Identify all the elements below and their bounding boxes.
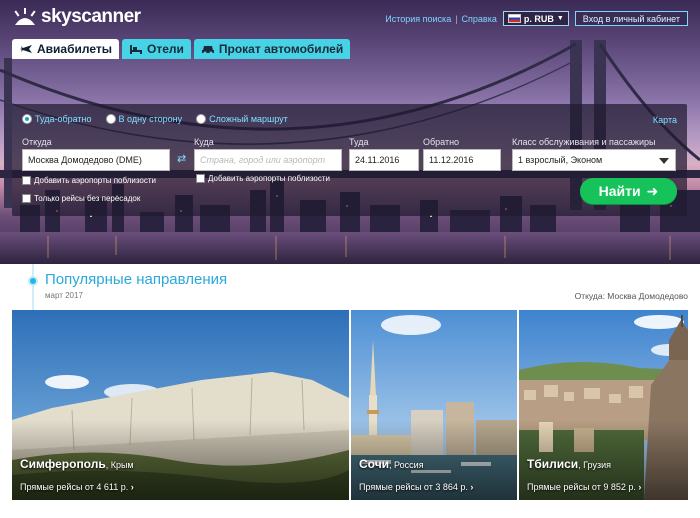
country-name: , Грузия <box>578 460 611 470</box>
price-text: Прямые рейсы от 3 864 р. <box>359 482 468 492</box>
class-passengers-select[interactable]: 1 взрослый, Эконом <box>512 149 676 171</box>
trip-type-oneway[interactable]: В одну сторону <box>105 114 183 124</box>
tab-hotels-label: Отели <box>147 42 184 56</box>
sunrise-logo-icon <box>14 8 36 25</box>
card-city: Сочи, Россия <box>359 457 424 471</box>
chevron-right-icon: › <box>638 482 642 492</box>
hero-banner: skyscanner История поиска | Справка р. R… <box>0 0 700 264</box>
tab-car-rental[interactable]: Прокат автомобилей <box>193 39 351 59</box>
bed-icon <box>130 45 142 54</box>
return-date-input[interactable]: 11.12.2016 <box>423 149 501 171</box>
to-input[interactable]: Страна, город или аэропорт <box>194 149 342 171</box>
destination-card-tbilisi[interactable]: Тбилиси, Грузия Прямые рейсы от 9 852 р.… <box>519 310 688 500</box>
top-links: История поиска | Справка р. RUB ▼ Вход в… <box>385 11 688 26</box>
trip-type-roundtrip-label: Туда-обратно <box>35 114 92 124</box>
city-name: Сочи <box>359 457 390 471</box>
link-separator: | <box>455 13 458 24</box>
country-name: , Россия <box>389 460 424 470</box>
chevron-right-icon: › <box>470 482 474 492</box>
trip-type-roundtrip[interactable]: Туда-обратно <box>22 114 92 124</box>
skyscanner-logo[interactable]: skyscanner <box>12 6 141 28</box>
tab-car-rental-label: Прокат автомобилей <box>218 42 344 56</box>
country-name: , Крым <box>105 460 134 470</box>
return-label: Обратно <box>423 137 460 147</box>
direct-only-checkbox[interactable]: Только рейсы без пересадок <box>22 194 140 203</box>
radio-selected-icon <box>22 114 32 124</box>
logo-text: skyscanner <box>41 6 141 27</box>
to-label: Куда <box>194 137 214 147</box>
history-link[interactable]: История поиска <box>385 14 451 24</box>
page-bottom <box>0 500 700 518</box>
trip-type-oneway-label: В одну сторону <box>118 114 183 124</box>
radio-icon <box>105 114 116 124</box>
class-passengers-value: 1 взрослый, Эконом <box>518 155 603 165</box>
destination-card-simferopol[interactable]: Симферополь, Крым Прямые рейсы от 4 611 … <box>12 310 349 500</box>
card-price: Прямые рейсы от 9 852 р. › <box>527 482 641 492</box>
trip-type-multicity[interactable]: Сложный маршрут <box>196 114 288 124</box>
depart-date-input[interactable]: 24.11.2016 <box>349 149 419 171</box>
nearby-to-checkbox[interactable]: Добавить аэропорты поблизости <box>196 174 330 183</box>
search-button-label: Найти <box>598 183 641 199</box>
class-label: Класс обслуживания и пассажиры <box>512 137 656 147</box>
help-link[interactable]: Справка <box>462 14 497 24</box>
popular-date: март 2017 <box>45 291 83 300</box>
tab-hotels[interactable]: Отели <box>122 39 191 59</box>
destination-card-sochi[interactable]: Сочи, Россия Прямые рейсы от 3 864 р. › <box>351 310 517 500</box>
swap-icon[interactable]: ⇄ <box>177 154 189 170</box>
chevron-down-icon <box>659 158 669 164</box>
tab-flights-label: Авиабилеты <box>37 42 112 56</box>
search-button[interactable]: Найти ➜ <box>580 178 677 204</box>
product-tabs: Авиабилеты Отели Прокат автомобилей <box>12 39 351 59</box>
popular-origin: Откуда: Москва Домодедово <box>574 291 688 301</box>
car-icon <box>201 46 214 55</box>
chevron-right-icon: › <box>130 482 134 492</box>
card-city: Тбилиси, Грузия <box>527 457 611 471</box>
city-name: Тбилиси <box>527 457 579 471</box>
radio-icon <box>196 114 207 124</box>
chevron-down-icon: ▼ <box>556 15 564 22</box>
card-price: Прямые рейсы от 3 864 р. › <box>359 482 473 492</box>
from-input[interactable]: Москва Домодедово (DME) <box>22 149 170 171</box>
city-name: Симферополь <box>20 457 106 471</box>
card-city: Симферополь, Крым <box>20 457 134 471</box>
checkbox-icon <box>196 174 205 183</box>
russia-flag-icon <box>507 14 521 23</box>
from-label: Откуда <box>22 137 52 147</box>
trip-type-options: Туда-обратно В одну сторону Сложный марш… <box>22 114 288 124</box>
nearby-to-label: Добавить аэропорты поблизости <box>208 174 330 183</box>
checkbox-icon <box>22 176 31 185</box>
nearby-from-checkbox[interactable]: Добавить аэропорты поблизости <box>22 176 156 185</box>
popular-title: Популярные направления <box>45 271 228 288</box>
nearby-from-label: Добавить аэропорты поблизости <box>34 176 156 185</box>
card-price: Прямые рейсы от 4 611 р. › <box>20 482 134 492</box>
arrow-right-icon: ➜ <box>646 182 659 199</box>
search-panel: Туда-обратно В одну сторону Сложный марш… <box>12 104 687 216</box>
tab-flights[interactable]: Авиабилеты <box>12 39 119 59</box>
plane-icon <box>20 45 32 53</box>
top-bar: skyscanner История поиска | Справка р. R… <box>0 0 700 38</box>
timeline-dot <box>28 276 38 286</box>
map-link[interactable]: Карта <box>653 115 677 125</box>
price-text: Прямые рейсы от 4 611 р. <box>20 482 129 492</box>
login-button[interactable]: Вход в личный кабинет <box>574 11 688 26</box>
currency-label: р. RUB <box>523 13 554 24</box>
currency-selector[interactable]: р. RUB ▼ <box>502 11 569 26</box>
trip-type-multicity-label: Сложный маршрут <box>209 114 288 124</box>
direct-only-label: Только рейсы без пересадок <box>34 194 141 203</box>
checkbox-icon <box>22 194 31 203</box>
price-text: Прямые рейсы от 9 852 р. <box>527 482 636 492</box>
depart-label: Туда <box>349 137 369 147</box>
